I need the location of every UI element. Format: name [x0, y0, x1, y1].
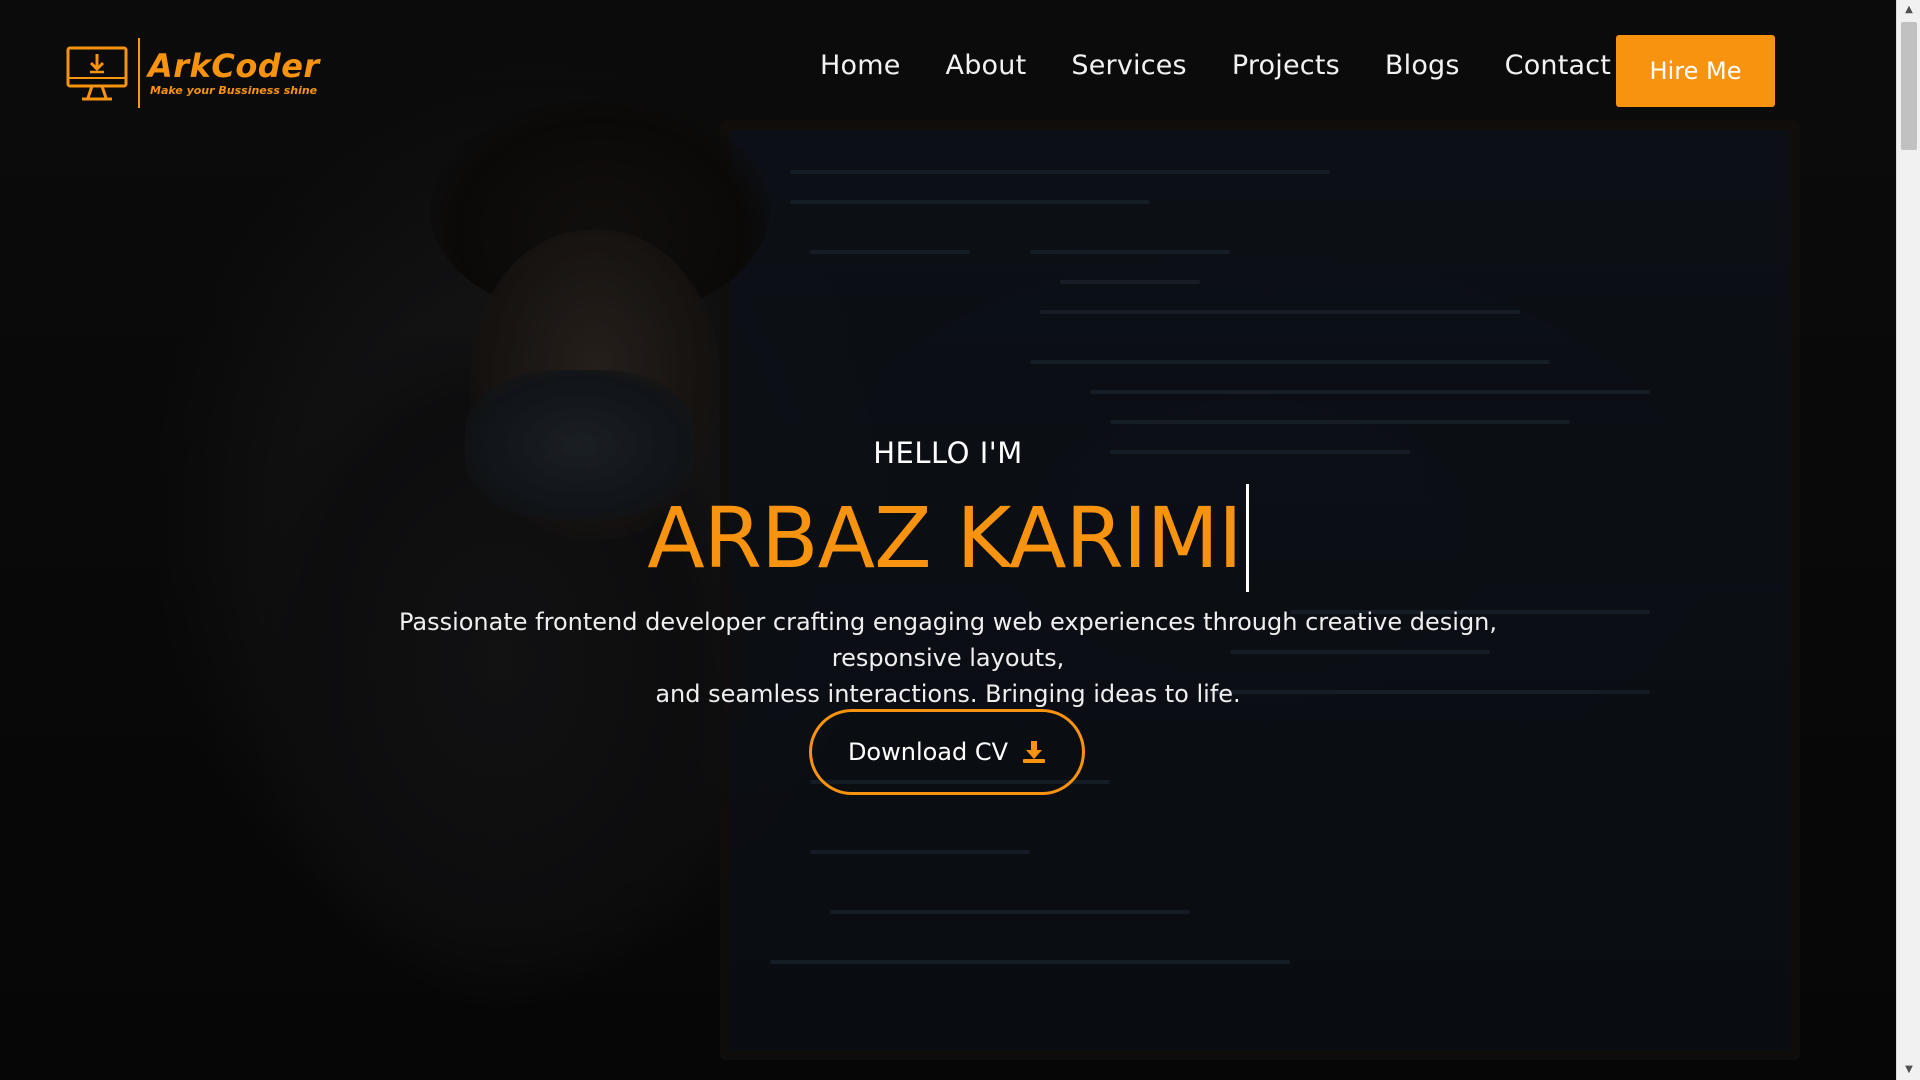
scroll-up-arrow-icon[interactable]: ▲: [1897, 0, 1920, 20]
hero-section: HELLO I'M ARBAZ KARIMI Passionate fronte…: [0, 0, 1896, 1080]
hero-greeting: HELLO I'M: [873, 436, 1023, 470]
scroll-down-arrow-icon[interactable]: ▼: [1897, 1060, 1920, 1080]
download-cv-button[interactable]: Download CV: [809, 709, 1085, 795]
hero-description-line2: and seamless interactions. Bringing idea…: [655, 680, 1241, 708]
hero-name: ARBAZ KARIMI: [647, 489, 1243, 587]
hero-description-line1: Passionate frontend developer crafting e…: [398, 608, 1498, 672]
typing-cursor: [1245, 484, 1249, 592]
hero-name-wrap: ARBAZ KARIMI: [0, 484, 1896, 592]
hero-description: Passionate frontend developer crafting e…: [340, 604, 1556, 712]
download-icon: [1023, 741, 1046, 763]
page-scrollbar[interactable]: ▲ ▼: [1896, 0, 1920, 1080]
scroll-thumb[interactable]: [1901, 22, 1917, 150]
download-cv-label: Download CV: [847, 738, 1009, 766]
